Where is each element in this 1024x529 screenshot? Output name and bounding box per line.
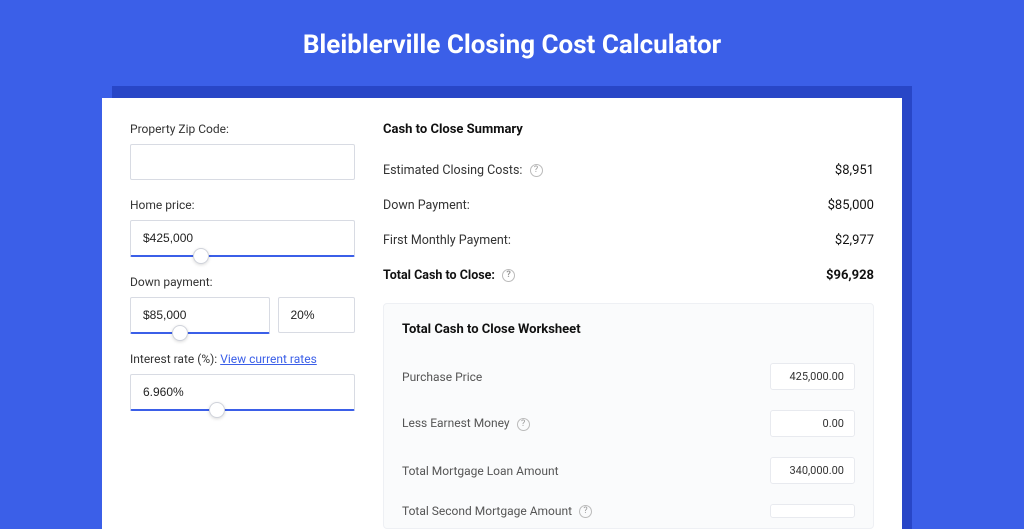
ws-value: 425,000.00 xyxy=(770,363,855,390)
ws-label: Purchase Price xyxy=(402,370,482,384)
ws-row-loan-amount: Total Mortgage Loan Amount 340,000.00 xyxy=(402,447,855,494)
first-monthly-label: First Monthly Payment: xyxy=(383,233,511,248)
ws-label: Total Mortgage Loan Amount xyxy=(402,464,559,478)
ws-row-purchase-price: Purchase Price 425,000.00 xyxy=(402,353,855,400)
summary-down-payment-value: $85,000 xyxy=(828,198,874,213)
home-price-label: Home price: xyxy=(130,198,355,212)
closing-costs-label: Estimated Closing Costs: xyxy=(383,163,522,178)
ws-label: Less Earnest Money xyxy=(402,416,510,430)
ws-value: 340,000.00 xyxy=(770,457,855,484)
summary-row-down-payment: Down Payment: $85,000 xyxy=(383,188,874,223)
ws-label: Total Second Mortgage Amount xyxy=(402,504,572,518)
down-payment-input[interactable] xyxy=(130,297,270,334)
down-payment-label: Down payment: xyxy=(130,275,355,289)
closing-costs-value: $8,951 xyxy=(835,163,874,178)
summary-row-total: Total Cash to Close: ? $96,928 xyxy=(383,258,874,293)
help-icon[interactable]: ? xyxy=(517,418,530,431)
interest-label: Interest rate (%): xyxy=(130,352,217,366)
summary-title: Cash to Close Summary xyxy=(383,122,874,137)
calculator-card: Property Zip Code: Home price: Down paym… xyxy=(102,98,902,529)
zip-input[interactable] xyxy=(130,144,355,180)
summary-row-closing-costs: Estimated Closing Costs: ? $8,951 xyxy=(383,153,874,188)
down-payment-slider-thumb[interactable] xyxy=(172,325,188,341)
worksheet-title: Total Cash to Close Worksheet xyxy=(402,322,855,337)
home-price-slider-thumb[interactable] xyxy=(193,248,209,264)
interest-slider-thumb[interactable] xyxy=(209,402,225,418)
ws-row-second-mortgage: Total Second Mortgage Amount ? xyxy=(402,494,855,528)
ws-value xyxy=(770,504,855,518)
summary-row-first-monthly: First Monthly Payment: $2,977 xyxy=(383,223,874,258)
interest-input[interactable] xyxy=(130,374,355,411)
inputs-panel: Property Zip Code: Home price: Down paym… xyxy=(130,122,355,529)
total-value: $96,928 xyxy=(826,268,874,283)
page-title: Bleiblerville Closing Cost Calculator xyxy=(0,0,1024,86)
summary-down-payment-label: Down Payment: xyxy=(383,198,470,213)
total-label: Total Cash to Close: xyxy=(383,268,495,283)
down-payment-pct-input[interactable] xyxy=(278,297,356,333)
first-monthly-value: $2,977 xyxy=(835,233,874,248)
interest-label-row: Interest rate (%): View current rates xyxy=(130,352,355,366)
results-panel: Cash to Close Summary Estimated Closing … xyxy=(383,122,874,529)
home-price-input[interactable] xyxy=(130,220,355,257)
worksheet-panel: Total Cash to Close Worksheet Purchase P… xyxy=(383,303,874,529)
card-backdrop: Property Zip Code: Home price: Down paym… xyxy=(112,86,912,529)
view-rates-link[interactable]: View current rates xyxy=(220,352,317,366)
help-icon[interactable]: ? xyxy=(530,164,543,177)
ws-row-earnest-money: Less Earnest Money ? 0.00 xyxy=(402,400,855,447)
help-icon[interactable]: ? xyxy=(502,269,515,282)
zip-label: Property Zip Code: xyxy=(130,122,355,136)
ws-value: 0.00 xyxy=(770,410,855,437)
